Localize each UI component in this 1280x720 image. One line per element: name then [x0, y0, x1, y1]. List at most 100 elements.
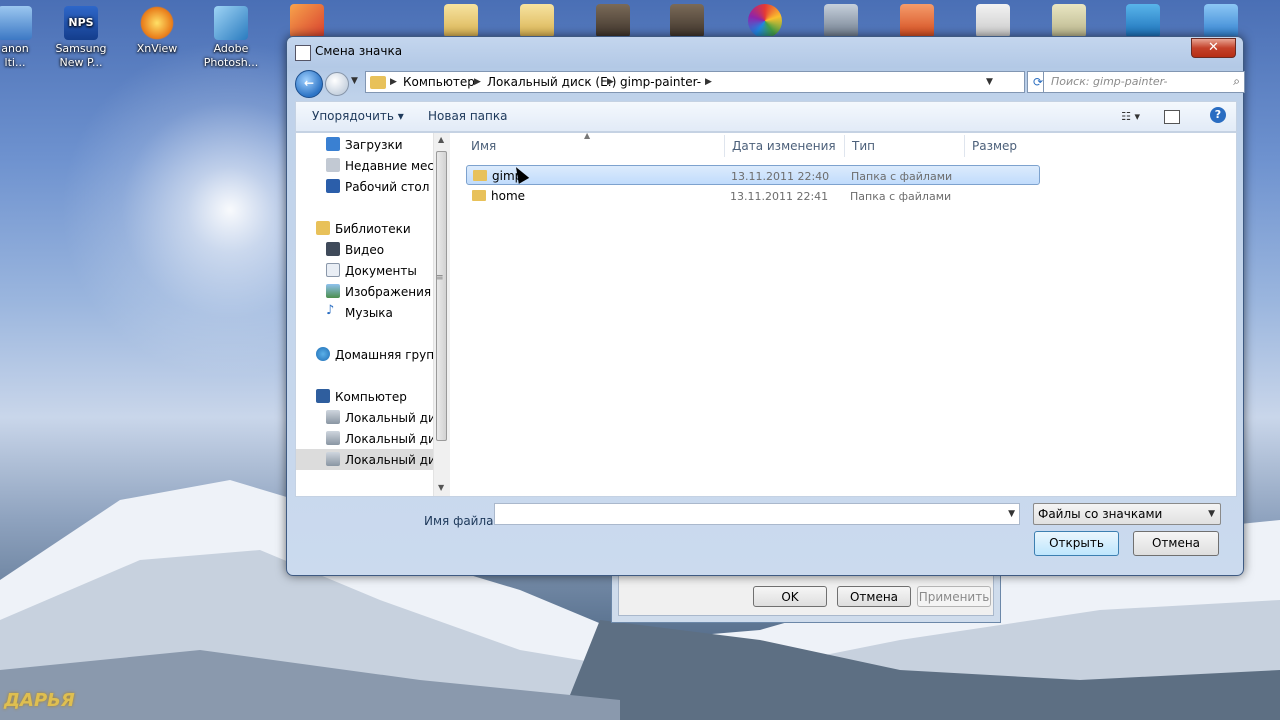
chevron-right-icon[interactable]: ▶ [607, 77, 614, 87]
gimp-icon[interactable] [596, 4, 630, 38]
chevron-right-icon[interactable]: ▶ [390, 77, 397, 87]
search-icon: ⌕ [1233, 74, 1240, 88]
nav-scrollbar[interactable]: ▲ ≡ ▼ [433, 133, 450, 496]
grip-icon: ≡ [436, 273, 444, 283]
libraries-icon [316, 221, 330, 235]
nav-item-documents[interactable]: Документы [296, 260, 436, 281]
search-input[interactable]: Поиск: gimp-painter- ⌕ [1043, 71, 1245, 93]
content-area: Загрузки Недавние места Рабочий стол Биб… [295, 131, 1237, 497]
address-dropdown-icon[interactable]: ▼ [986, 77, 993, 87]
preview-pane-icon[interactable] [1164, 110, 1180, 124]
column-header-size[interactable]: Размер [972, 139, 1017, 153]
column-separator[interactable] [724, 135, 725, 157]
column-separator[interactable] [964, 135, 965, 157]
drive-icon [326, 431, 340, 445]
column-separator[interactable] [844, 135, 845, 157]
breadcrumb-drive[interactable]: Локальный диск (E:) [487, 75, 616, 89]
desktop-icon-samsung[interactable]: NPS Samsung New P... [46, 6, 116, 70]
apply-button[interactable]: Применить [917, 586, 991, 607]
nav-item-computer[interactable]: Компьютер [296, 386, 436, 407]
close-button[interactable]: ✕ [1191, 38, 1236, 58]
nav-item-downloads[interactable]: Загрузки [296, 134, 436, 155]
file-list: ▲ Имя Дата изменения Тип Размер gimp 13.… [456, 131, 1236, 496]
ufo-icon[interactable] [824, 4, 858, 38]
ok-button[interactable]: OK [753, 586, 827, 607]
filename-input[interactable]: ▼ [494, 503, 1020, 525]
views-icon[interactable]: ☷ ▾ [1121, 110, 1140, 123]
help-icon[interactable]: ? [1210, 107, 1226, 123]
change-icon-dialog: Смена значка ✕ ← ▼ ▶ Компьютер ▶ Локальн… [286, 36, 1245, 576]
file-type: Папка с файлами [850, 190, 952, 203]
downloads-icon [326, 137, 340, 151]
chevron-down-icon[interactable]: ▼ [1008, 509, 1015, 519]
desktop-icon-canon[interactable]: anon lti... [0, 6, 50, 70]
open-button[interactable]: Открыть [1034, 531, 1119, 556]
nav-item-music[interactable]: ♪ Музыка [296, 302, 436, 323]
nav-item-homegroup[interactable]: Домашняя группа [296, 344, 444, 365]
gimp-icon[interactable] [670, 4, 704, 38]
breadcrumb-folder[interactable]: gimp-painter- [620, 75, 701, 89]
scroll-thumb[interactable] [436, 151, 447, 441]
color-wheel-icon[interactable] [748, 4, 782, 38]
folder-icon [473, 170, 487, 181]
breadcrumb-computer[interactable]: Компьютер [403, 75, 475, 89]
chevron-right-icon[interactable]: ▶ [474, 77, 481, 87]
xnview-icon [140, 6, 174, 40]
sort-indicator-icon: ▲ [584, 131, 591, 140]
canon-icon [0, 6, 32, 40]
nav-item-recent[interactable]: Недавние места [296, 155, 444, 176]
nav-item-video[interactable]: Видео [296, 239, 436, 260]
computer-icon [316, 389, 330, 403]
watermark: ДАРЬЯ [4, 690, 75, 711]
filetype-select[interactable]: Файлы со значками ▼ [1033, 503, 1221, 525]
address-bar[interactable]: ▶ Компьютер ▶ Локальный диск (E:) ▶ gimp… [365, 71, 1025, 93]
column-header-type[interactable]: Тип [852, 139, 875, 153]
app-icon[interactable] [290, 4, 324, 38]
file-row-home[interactable]: home 13.11.2011 22:41 Папка с файлами [466, 186, 1040, 206]
cancel-button[interactable]: Отмена [837, 586, 911, 607]
forward-button[interactable] [325, 72, 349, 96]
dropbox-icon[interactable] [1204, 4, 1238, 38]
chevron-down-icon: ▼ [1208, 509, 1215, 519]
navigation-bar: ← ▼ ▶ Компьютер ▶ Локальный диск (E:) ▶ … [295, 70, 1245, 98]
desktop-icon-photoshop[interactable]: Adobe Photosh... [196, 6, 266, 70]
history-dropdown-icon[interactable]: ▼ [351, 76, 358, 86]
nav-item-drive-d[interactable]: Локальный диск [296, 428, 444, 449]
desktop-icon-xnview[interactable]: XnView [122, 6, 192, 56]
scroll-down-icon[interactable]: ▼ [438, 483, 444, 492]
column-header-name[interactable]: Имя [471, 139, 496, 153]
scroll-up-icon[interactable]: ▲ [438, 135, 444, 144]
document-icon[interactable] [1052, 4, 1086, 38]
properties-dialog-body: OK Отмена Применить [618, 570, 994, 616]
search-placeholder: Поиск: gimp-painter- [1051, 75, 1168, 88]
cancel-button[interactable]: Отмена [1133, 531, 1219, 556]
new-folder-button[interactable]: Новая папка [428, 109, 507, 123]
folder-icon[interactable] [444, 4, 478, 38]
folder-icon [370, 76, 386, 89]
nav-item-pictures[interactable]: Изображения [296, 281, 436, 302]
filetype-value: Файлы со значками [1038, 507, 1163, 521]
nav-item-libraries[interactable]: Библиотеки [296, 218, 436, 239]
nav-item-drive-e[interactable]: Локальный диск [296, 449, 444, 470]
powerpoint-icon[interactable] [900, 4, 934, 38]
column-header-date[interactable]: Дата изменения [732, 139, 836, 153]
properties-dialog: OK Отмена Применить [611, 570, 1001, 623]
chevron-right-icon[interactable]: ▶ [705, 77, 712, 87]
organize-button[interactable]: Упорядочить ▾ [312, 109, 404, 123]
desktop-icon [326, 179, 340, 193]
nav-item-drive-c[interactable]: Локальный диск [296, 407, 444, 428]
paint-icon[interactable] [976, 4, 1010, 38]
teamviewer-icon[interactable] [1126, 4, 1160, 38]
photoshop-icon [214, 6, 248, 40]
back-button[interactable]: ← [295, 70, 323, 98]
toolbar: Упорядочить ▾ Новая папка ☷ ▾ ? [295, 101, 1237, 132]
nps-icon: NPS [64, 6, 98, 40]
file-date: 13.11.2011 22:41 [730, 190, 829, 203]
folder-icon[interactable] [520, 4, 554, 38]
documents-icon [326, 263, 340, 277]
file-type: Папка с файлами [851, 170, 953, 183]
file-row-gimp[interactable]: gimp 13.11.2011 22:40 Папка с файлами [466, 165, 1040, 185]
nav-item-desktop[interactable]: Рабочий стол [296, 176, 436, 197]
drive-icon [326, 452, 340, 466]
music-icon: ♪ [326, 303, 335, 318]
